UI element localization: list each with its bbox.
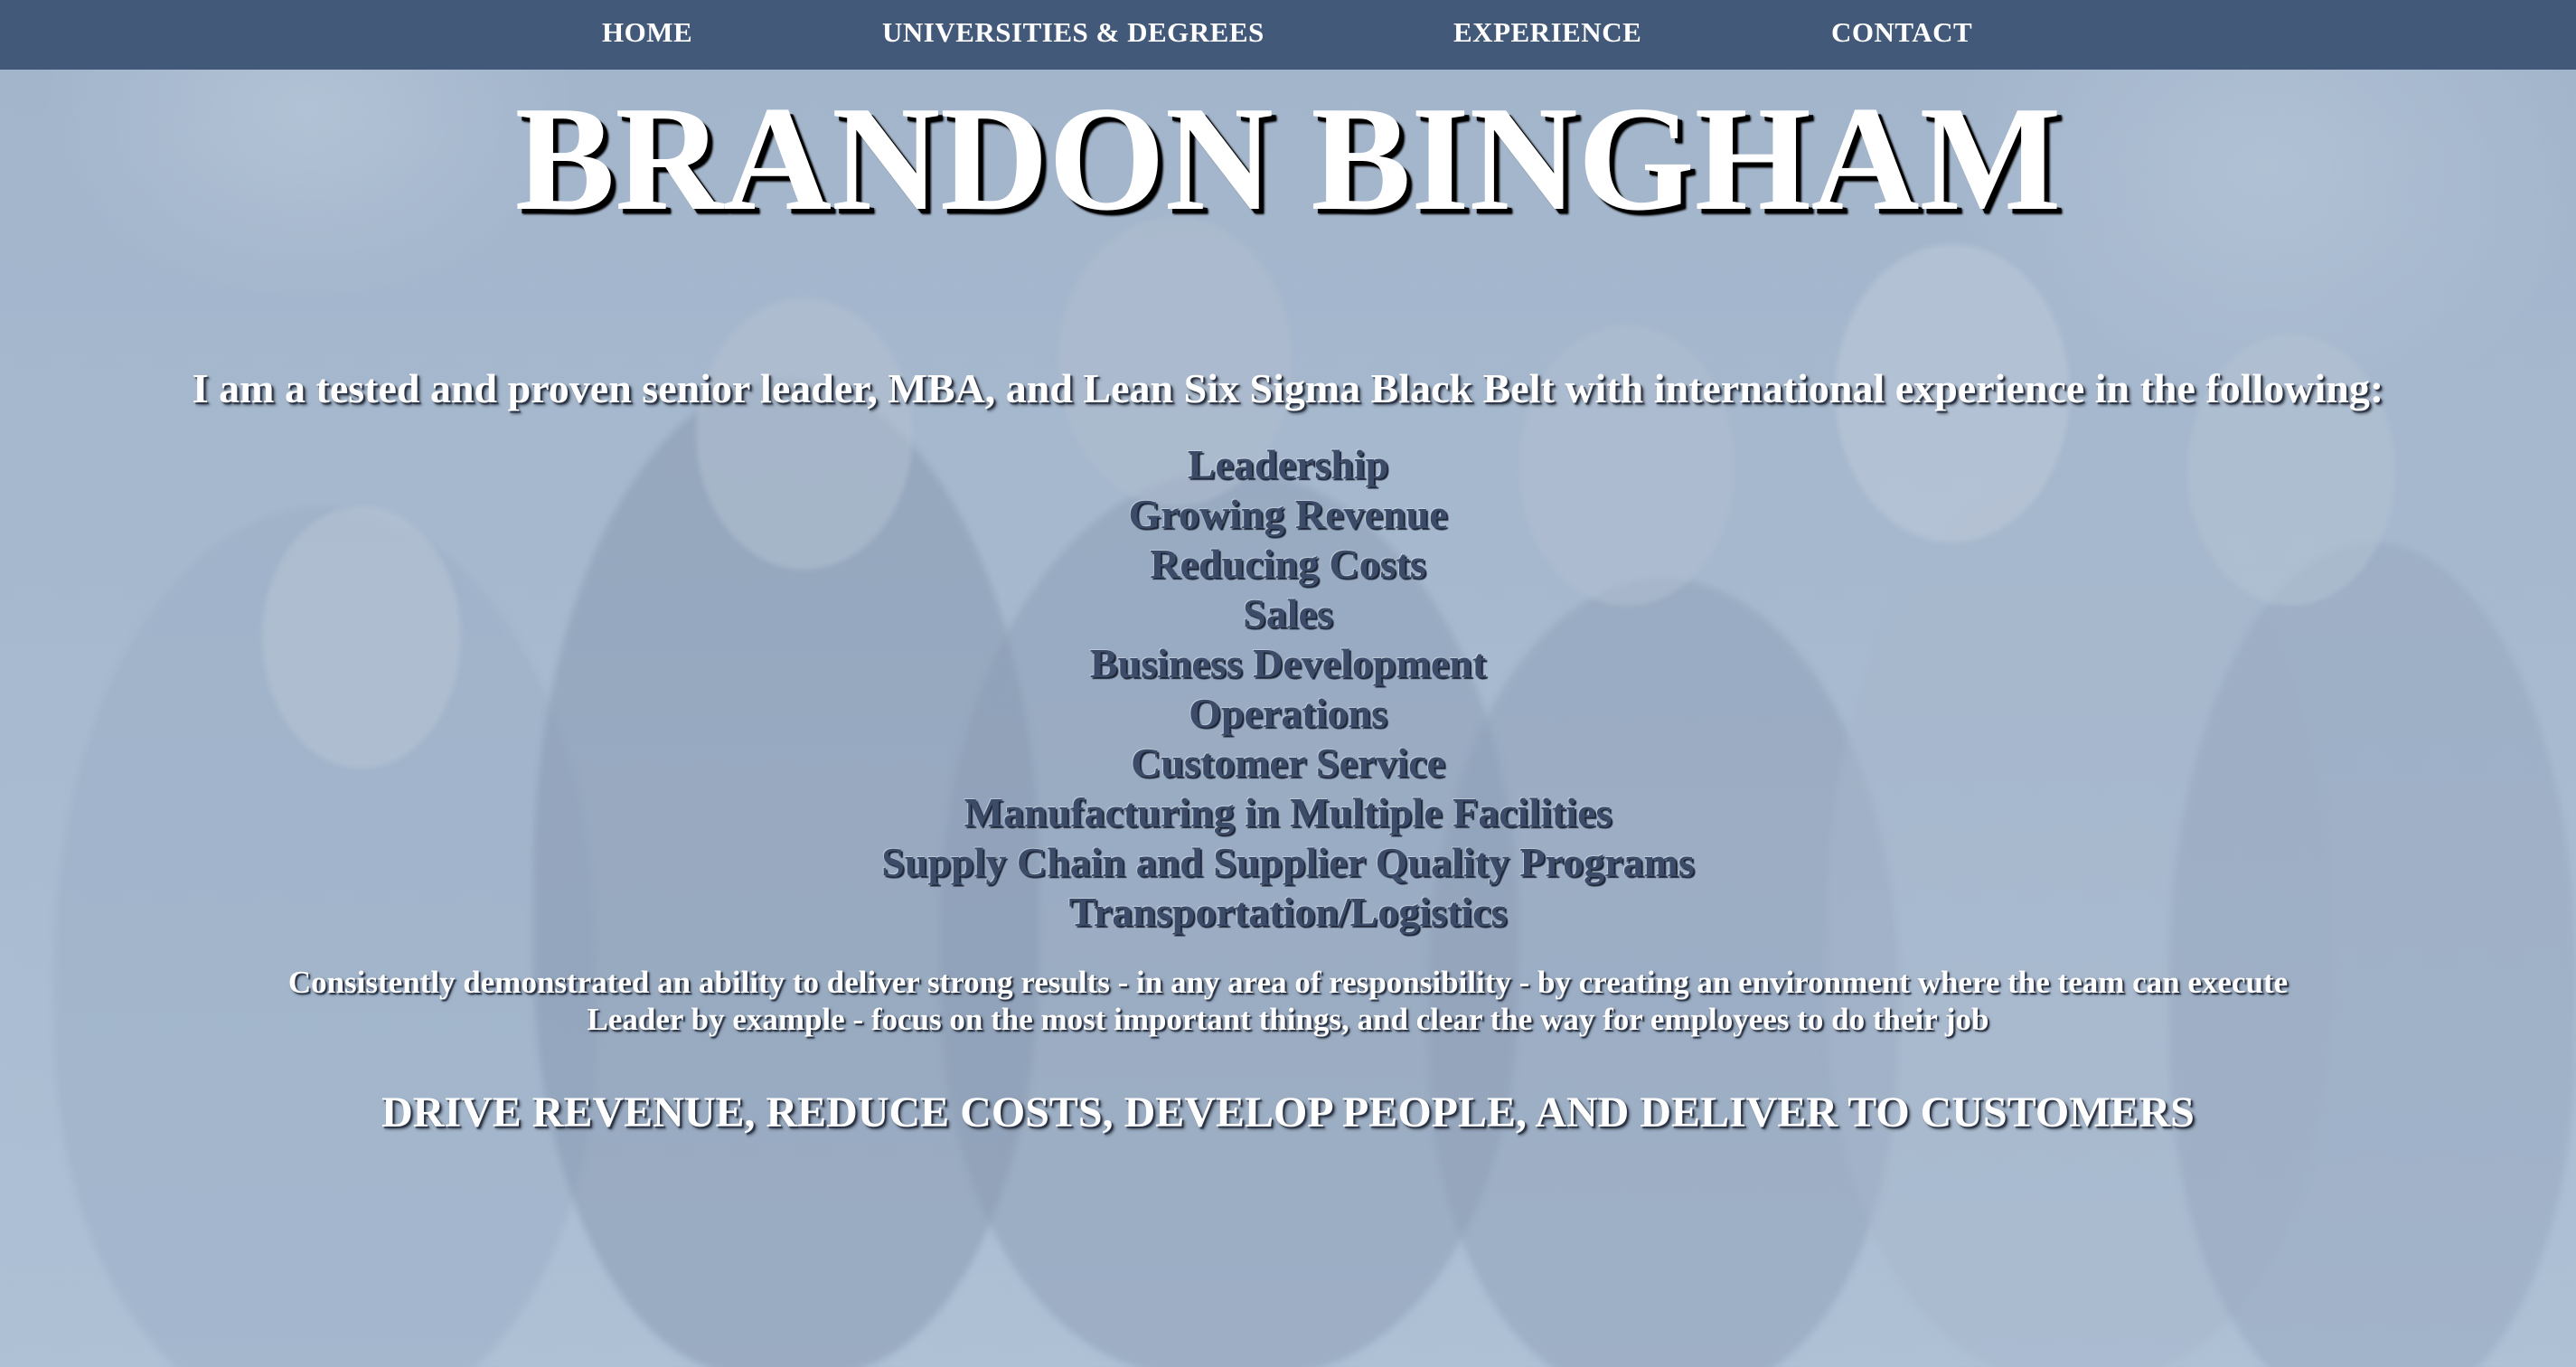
nav-link-contact[interactable]: CONTACT [1831,16,1972,49]
nav-link-home[interactable]: HOME [602,16,692,49]
skill-item: Business Development [1089,640,1487,686]
skills-list: Leadership Growing Revenue Reducing Cost… [0,439,2576,937]
summary-line: Leader by example - focus on the most im… [587,1002,1989,1037]
skill-item: Customer Service [1131,740,1445,786]
intro-statement: I am a tested and proven senior leader, … [192,365,2384,411]
tagline: DRIVE REVENUE, REDUCE COSTS, DEVELOP PEO… [381,1089,2195,1136]
skill-item: Growing Revenue [1128,491,1448,537]
skill-item: Reducing Costs [1150,541,1426,587]
hero-section: BRANDON BINGHAM I am a tested and proven… [0,0,2576,1367]
top-navigation-bar: HOME UNIVERSITIES & DEGREES EXPERIENCE C… [0,0,2576,70]
skill-item: Sales [1243,590,1333,636]
skill-item: Transportation/Logistics [1068,889,1508,935]
nav-link-experience[interactable]: EXPERIENCE [1453,16,1641,49]
summary-line: Consistently demonstrated an ability to … [287,965,2289,1000]
skill-item: Leadership [1187,441,1389,487]
summary-block: Consistently demonstrated an ability to … [0,964,2576,1038]
skill-item: Supply Chain and Supplier Quality Progra… [881,839,1695,885]
skill-item: Manufacturing in Multiple Facilities [964,789,1612,835]
skill-item: Operations [1189,690,1387,736]
page-title: BRANDON BINGHAM [514,75,2062,241]
nav-link-universities-degrees[interactable]: UNIVERSITIES & DEGREES [882,16,1264,49]
